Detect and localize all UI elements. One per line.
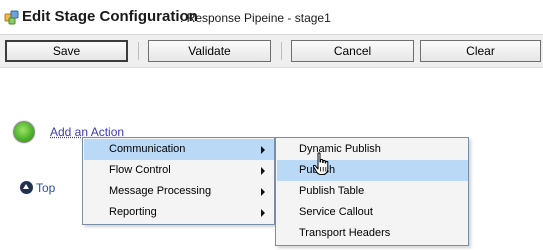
- menu-item-label: Communication: [109, 143, 186, 155]
- toolbar-separator: [138, 42, 139, 60]
- menu-item-message-processing[interactable]: Message Processing: [84, 181, 274, 202]
- save-button[interactable]: Save: [5, 40, 128, 62]
- chevron-right-icon: [261, 209, 265, 217]
- chevron-right-icon: [261, 167, 265, 175]
- toolbar-separator: [281, 42, 282, 60]
- cancel-button[interactable]: Cancel: [291, 40, 414, 62]
- menu-item-transport-headers[interactable]: Transport Headers: [277, 223, 468, 244]
- chevron-right-icon: [261, 188, 265, 196]
- menu-item-dynamic-publish[interactable]: Dynamic Publish: [277, 139, 468, 160]
- menu-item-label: Flow Control: [109, 164, 171, 176]
- menu-item-label: Transport Headers: [299, 227, 391, 239]
- chevron-right-icon: [261, 146, 265, 154]
- menu-item-communication[interactable]: Communication: [84, 139, 274, 160]
- clear-button[interactable]: Clear: [420, 40, 541, 62]
- title-bar: Edit Stage Configuration : Response Pipe…: [0, 0, 543, 34]
- menu-item-label: Publish Table: [299, 185, 365, 197]
- menu-item-publish-table[interactable]: Publish Table: [277, 181, 468, 202]
- stage-config-icon: [4, 10, 19, 25]
- up-arrow-icon: [20, 181, 33, 194]
- communication-submenu: Dynamic Publish Publish Publish Table Se…: [275, 137, 469, 246]
- validate-button[interactable]: Validate: [148, 40, 271, 62]
- page-subtitle: : Response Pipeine - stage1: [180, 11, 331, 25]
- menu-item-label: Message Processing: [109, 185, 212, 197]
- green-status-dot-icon[interactable]: [13, 121, 35, 143]
- menu-item-flow-control[interactable]: Flow Control: [84, 160, 274, 181]
- menu-item-service-callout[interactable]: Service Callout: [277, 202, 468, 223]
- top-link-label: Top: [36, 181, 56, 195]
- action-menu: Communication Flow Control Message Proce…: [82, 137, 275, 225]
- page-title: Edit Stage Configuration: [22, 8, 198, 25]
- menu-item-label: Service Callout: [299, 206, 373, 218]
- top-link[interactable]: Top: [20, 181, 55, 195]
- hand-pointer-icon: [312, 152, 329, 175]
- toolbar: Save Validate Cancel Clear: [0, 34, 543, 68]
- menu-item-label: Reporting: [109, 206, 157, 218]
- menu-item-reporting[interactable]: Reporting: [84, 202, 274, 223]
- menu-item-publish[interactable]: Publish: [277, 160, 468, 181]
